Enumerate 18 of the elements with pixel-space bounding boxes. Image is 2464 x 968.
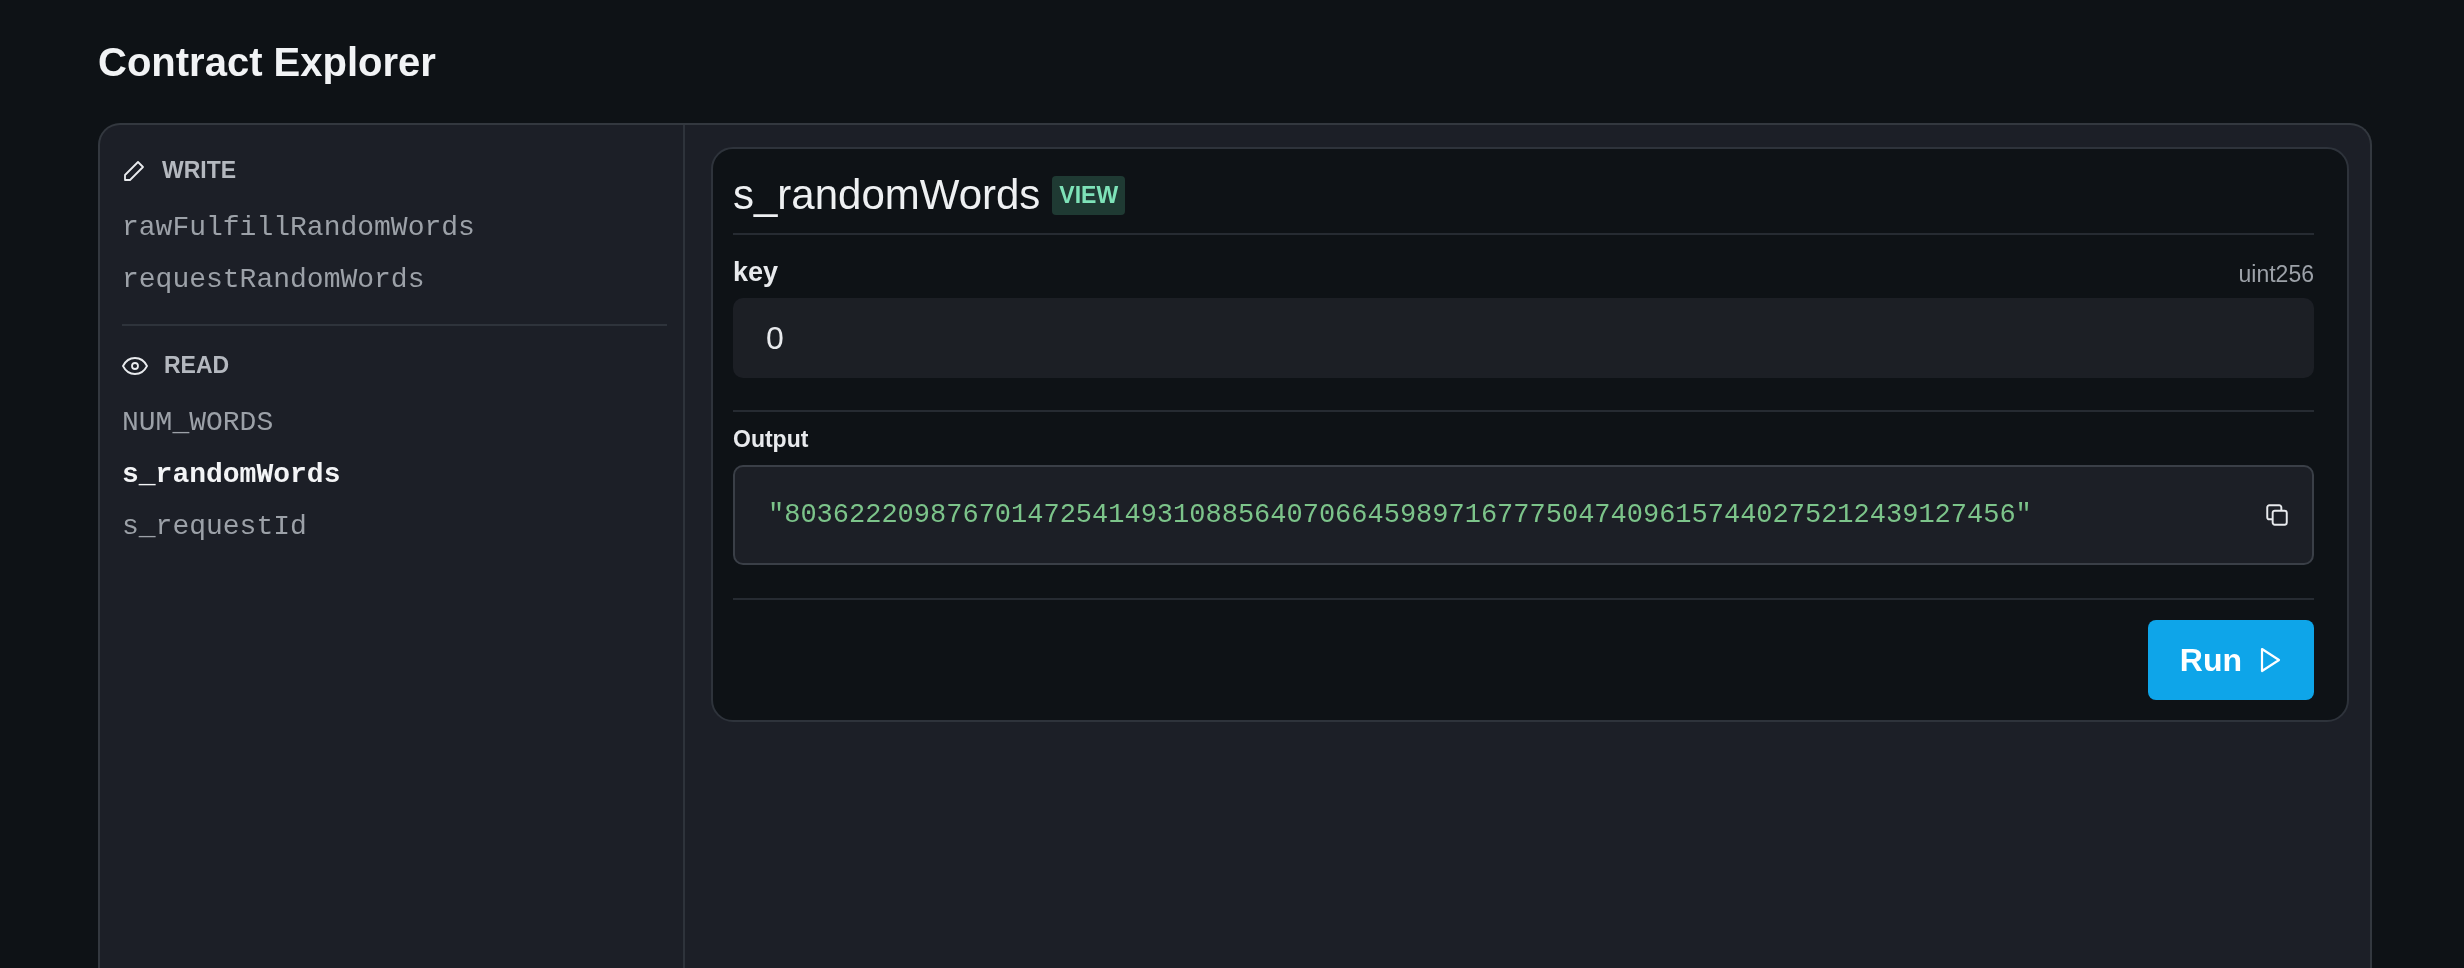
output-value: "8036222098767014725414931088564070664598971677750474096157440275212439127456"	[768, 500, 2032, 530]
function-item[interactable]: s_requestId	[122, 501, 307, 553]
section-heading: READ	[164, 352, 230, 379]
function-item[interactable]: requestRandomWords	[122, 254, 425, 306]
page-title: Contract Explorer	[98, 39, 437, 86]
play-icon	[2258, 647, 2282, 673]
section-heading: WRITE	[162, 157, 237, 184]
field-label: key	[733, 257, 779, 288]
key-input-field[interactable]: 0	[733, 298, 2314, 378]
function-item[interactable]: NUM_WORDS	[122, 397, 274, 449]
output-label: Output	[733, 426, 809, 453]
view-badge: VIEW	[1052, 175, 1126, 215]
pencil-icon	[122, 158, 146, 183]
function-name: s_randomWords	[733, 171, 1041, 219]
function-item[interactable]: rawFulfillRandomWords	[122, 202, 475, 254]
copy-icon[interactable]	[2264, 502, 2290, 528]
function-item[interactable]: s_randomWords	[122, 449, 341, 501]
type-label: uint256	[2238, 261, 2314, 288]
